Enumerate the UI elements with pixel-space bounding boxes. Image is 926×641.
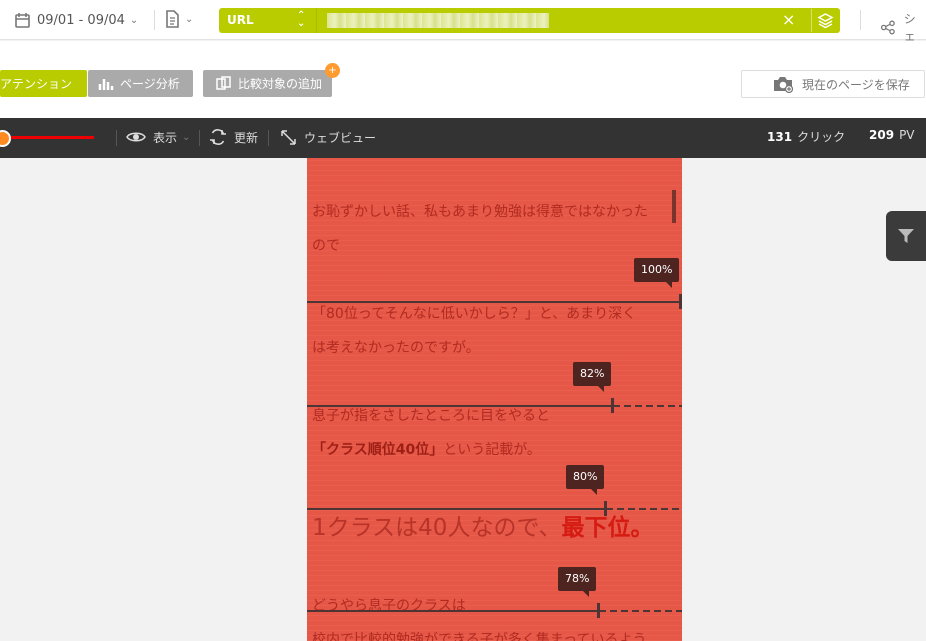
- attention-tab[interactable]: アテンション: [0, 70, 87, 97]
- analysis-toolbar: アテンション ページ分析 比較対象の追加 + 現在のページを保存: [0, 41, 926, 118]
- click-label: クリック: [797, 130, 846, 144]
- attention-label: アテンション: [0, 77, 73, 91]
- class-rank-emphasis: 「クラス順位40位」: [312, 442, 444, 458]
- webview-label: ウェブビュー: [304, 130, 377, 145]
- content-line-text: という記載が。: [443, 442, 541, 458]
- divider: [268, 130, 269, 146]
- page-analysis-label: ページ分析: [120, 77, 180, 91]
- scroll-depth-label: 100%: [634, 258, 680, 288]
- content-line-emphasis: 「クラス順位40位」という記載が。: [312, 433, 541, 467]
- content-heading: 1クラスは40人なので、最下位。: [312, 513, 654, 543]
- click-count: 131 クリック: [767, 128, 845, 145]
- filter-button[interactable]: [886, 211, 926, 261]
- divider: [199, 130, 200, 146]
- save-page-button[interactable]: 現在のページを保存: [741, 70, 925, 98]
- date-range-text: 09/01 - 09/04: [37, 12, 125, 28]
- sort-arrows-icon: ⌃ ⌄: [297, 10, 306, 29]
- calendar-icon: [15, 12, 30, 28]
- layers-icon: [816, 13, 834, 29]
- opacity-slider-handle[interactable]: [0, 130, 11, 147]
- content-line: 校内で比較的勉強ができる子が多く集まっているよう: [312, 632, 647, 641]
- camera-icon: [774, 77, 794, 93]
- add-comparison-label: 比較対象の追加: [238, 77, 323, 91]
- copy-icon: [216, 76, 231, 90]
- opacity-slider-track[interactable]: [8, 136, 94, 139]
- refresh-button[interactable]: 更新: [209, 127, 258, 147]
- content-heading-text: 1クラスは40人なので、: [312, 515, 562, 541]
- pv-label: PV: [899, 128, 915, 142]
- date-range-selector[interactable]: 09/01 - 09/04 ⌄: [14, 10, 138, 30]
- eye-icon: [126, 132, 146, 142]
- add-badge-icon: +: [325, 63, 340, 78]
- layers-button[interactable]: [811, 9, 838, 32]
- url-type-label: URL: [227, 13, 254, 27]
- scroll-depth-tick: [679, 294, 682, 309]
- scroll-depth-dashed-line: [613, 405, 682, 407]
- add-comparison-button[interactable]: 比較対象の追加: [203, 70, 332, 97]
- top-bar: 09/01 - 09/04 ⌄ ⌄ URL ⌃ ⌄ × シェ: [0, 0, 926, 43]
- share-label: シェ: [903, 12, 916, 43]
- chevron-down-icon: ⌄: [185, 13, 194, 25]
- url-type-select[interactable]: URL ⌃ ⌄: [219, 8, 317, 33]
- webview-button[interactable]: ウェブビュー: [280, 127, 376, 147]
- scroll-depth-tick: [597, 603, 600, 618]
- refresh-label: 更新: [234, 130, 259, 145]
- scroll-depth-line: [307, 508, 605, 510]
- scroll-depth-tick: [611, 398, 614, 413]
- scroll-depth-line: [307, 610, 598, 612]
- scroll-depth-label: 80%: [566, 465, 605, 495]
- heatmap-view-controls: 表示 ⌄ 更新 ウェブビュー 131 クリック 209 PV: [0, 118, 926, 158]
- divider: [860, 10, 861, 30]
- scroll-depth-dashed-line: [606, 508, 682, 510]
- scroll-depth-start-marker: [672, 190, 676, 223]
- attention-heatmap-page[interactable]: お恥ずかしい話、私もあまり勉強は得意ではなかった ので 「80位ってそんなに低い…: [307, 158, 682, 641]
- divider: [154, 10, 155, 30]
- document-icon: [166, 10, 179, 28]
- resize-icon: [281, 129, 296, 145]
- scroll-depth-dashed-line: [599, 610, 682, 612]
- document-selector[interactable]: ⌄: [164, 10, 193, 28]
- share-icon: [880, 20, 895, 34]
- scroll-depth-label: 82%: [573, 362, 612, 392]
- scroll-depth-label: 78%: [558, 567, 597, 597]
- chevron-down-icon: ⌄: [182, 131, 191, 143]
- url-filter-bar: URL ⌃ ⌄ ×: [219, 8, 840, 33]
- scroll-depth-line: [307, 405, 613, 407]
- pv-count: 209 PV: [869, 128, 915, 142]
- display-menu[interactable]: 表示 ⌄: [126, 127, 190, 147]
- page-analysis-tab[interactable]: ページ分析: [88, 70, 193, 97]
- url-input[interactable]: [327, 13, 549, 28]
- close-icon[interactable]: ×: [782, 10, 795, 29]
- save-page-label: 現在のページを保存: [802, 77, 910, 92]
- content-line: お恥ずかしい話、私もあまり勉強は得意ではなかった: [312, 204, 648, 220]
- pv-count-value: 209: [869, 128, 895, 142]
- scroll-depth-line: [307, 301, 681, 303]
- chevron-down-icon: ⌄: [129, 14, 139, 26]
- click-count-value: 131: [767, 130, 793, 144]
- content-line: は考えなかったのですが。: [312, 340, 480, 356]
- last-place-emphasis: 最下位。: [561, 515, 654, 541]
- scroll-depth-tick: [604, 501, 607, 516]
- display-label: 表示: [153, 130, 178, 145]
- bar-chart-icon: [98, 78, 114, 90]
- refresh-icon: [210, 129, 226, 145]
- content-line: ので: [312, 238, 340, 254]
- content-line: どうやら息子のクラスは: [312, 598, 466, 614]
- filter-icon: [898, 229, 914, 243]
- share-button[interactable]: シェ: [880, 10, 926, 44]
- divider: [116, 130, 117, 146]
